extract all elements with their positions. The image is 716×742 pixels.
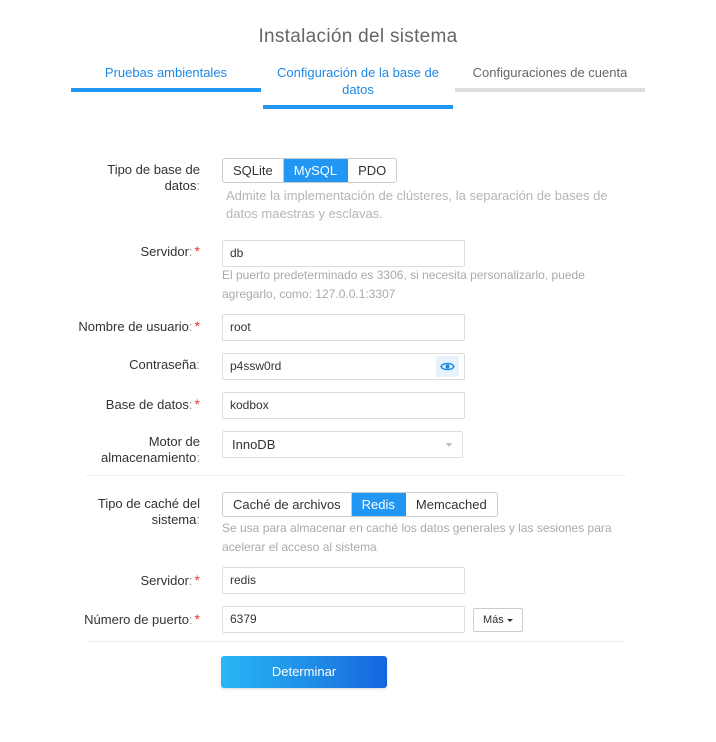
step-database[interactable]: Configuración de la base de datos — [263, 62, 453, 109]
cache-type-label: Tipo de caché del sistema: — [97, 496, 200, 527]
server-input[interactable]: db — [222, 240, 465, 267]
db-type-option-pdo[interactable]: PDO — [348, 159, 396, 182]
step-environment[interactable]: Pruebas ambientales — [71, 62, 261, 92]
engine-label: Motor de almacenamiento: — [100, 434, 200, 465]
engine-select[interactable]: InnoDB — [222, 431, 463, 458]
password-visibility-toggle[interactable] — [436, 356, 459, 377]
cache-option-memcached[interactable]: Memcached — [406, 493, 497, 516]
step-bar — [263, 105, 453, 109]
cache-port-label: Número de puerto: * — [84, 611, 200, 627]
more-options-button[interactable]: Más — [473, 608, 523, 632]
step-label: Configuraciones de cuenta — [472, 65, 628, 80]
cache-server-input[interactable]: redis — [222, 567, 465, 594]
engine-select-value: InnoDB — [232, 437, 276, 452]
username-label: Nombre de usuario: * — [78, 318, 200, 334]
username-input[interactable]: root — [222, 314, 465, 341]
step-bar — [455, 88, 645, 92]
eye-icon — [440, 362, 455, 371]
database-label: Base de datos: * — [105, 396, 200, 412]
db-type-help: Admite la implementación de clústeres, l… — [226, 188, 608, 221]
page-title: Instalación del sistema — [258, 26, 458, 47]
cache-option-redis[interactable]: Redis — [351, 493, 406, 516]
section-divider — [86, 641, 626, 642]
db-type-selector: SQLite MySQL PDO — [222, 158, 398, 183]
submit-button[interactable]: Determinar — [221, 656, 387, 688]
db-type-option-sqlite[interactable]: SQLite — [223, 159, 284, 182]
cache-server-label: Servidor: * — [140, 572, 201, 588]
password-input[interactable]: p4ssw0rd — [222, 353, 465, 380]
step-bar — [71, 88, 261, 92]
step-progress: Pruebas ambientales Configuración de la … — [71, 62, 645, 112]
database-input[interactable]: kodbox — [222, 392, 465, 419]
cache-type-selector: Caché de archivos Redis Memcached — [222, 492, 498, 517]
cache-type-help: Se usa para almacenar en caché los datos… — [222, 521, 612, 554]
server-help: El puerto predeterminado es 3306, si nec… — [222, 268, 585, 301]
caret-down-icon — [506, 618, 513, 622]
step-label: Configuración de la base de datos — [277, 65, 439, 97]
db-type-label: Tipo de base de datos: — [107, 162, 200, 193]
section-divider — [86, 475, 626, 476]
cache-port-input[interactable]: 6379 — [222, 606, 465, 633]
chevron-down-icon — [446, 443, 452, 447]
password-label: Contraseña: — [129, 357, 200, 372]
more-options-label: Más — [483, 614, 504, 626]
step-account[interactable]: Configuraciones de cuenta — [455, 62, 645, 92]
cache-option-file[interactable]: Caché de archivos — [223, 493, 352, 516]
server-label: Servidor: * — [140, 243, 201, 259]
step-label: Pruebas ambientales — [104, 65, 228, 80]
db-type-option-mysql[interactable]: MySQL — [283, 159, 349, 182]
